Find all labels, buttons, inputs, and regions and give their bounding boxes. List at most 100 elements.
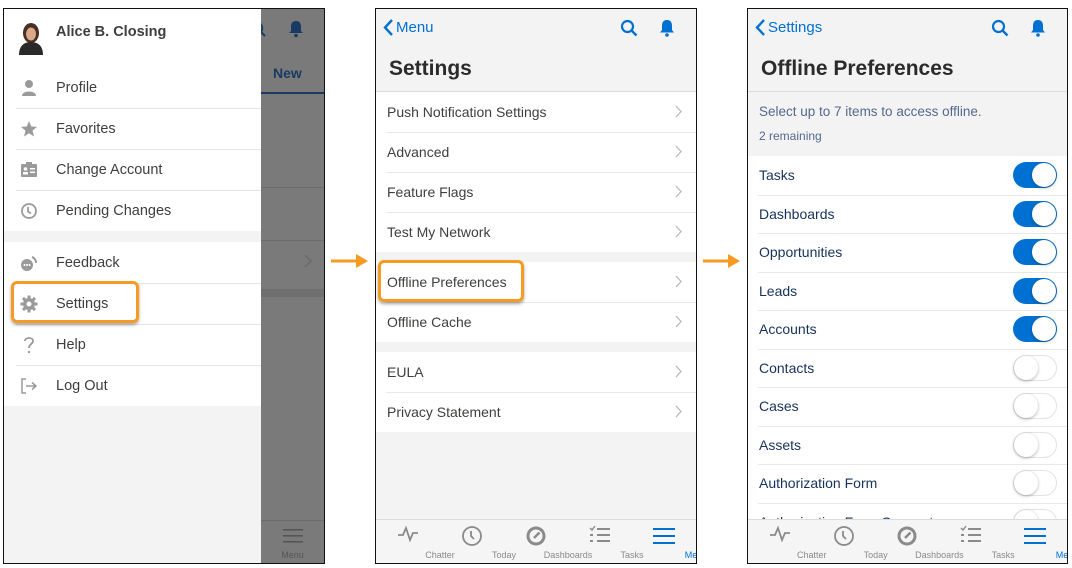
user-header[interactable]: Alice B. Closing — [4, 9, 261, 67]
settings-row[interactable]: Advanced — [376, 132, 696, 172]
navigation-drawer: Alice B. Closing Profile Favorites Chang… — [4, 9, 261, 563]
tab-today[interactable]: Today — [440, 520, 516, 563]
row-label: Feature Flags — [387, 184, 474, 200]
tabbar-menu[interactable]: Menu — [261, 520, 324, 563]
tab-tasks[interactable]: Tasks — [939, 520, 1015, 563]
background-overlay[interactable]: New Menu — [259, 9, 324, 563]
tab-dashboards[interactable]: Dashboards — [504, 520, 592, 563]
drawer-item-log-out[interactable]: Log Out — [4, 365, 261, 406]
chevron-right-icon — [675, 275, 682, 288]
logout-icon — [21, 378, 38, 394]
hamburger-menu-icon — [1024, 528, 1047, 544]
drawer-item-label: Profile — [56, 79, 98, 96]
settings-row[interactable]: Test My Network — [376, 212, 696, 252]
drawer-item-change-account[interactable]: Change Account — [4, 149, 261, 190]
arrow-right-icon — [703, 254, 740, 268]
tab-dashboards[interactable]: Dashboards — [876, 520, 964, 563]
offline-toggle[interactable] — [1013, 277, 1057, 304]
chevron-left-icon — [383, 19, 393, 36]
bell-icon[interactable] — [658, 19, 676, 38]
tab-label: Menu — [684, 550, 697, 560]
chevron-right-icon — [675, 315, 682, 328]
tab-chatter[interactable]: Chatter — [376, 520, 455, 563]
offline-toggle[interactable] — [1013, 162, 1057, 189]
tab-chatter[interactable]: Chatter — [748, 520, 827, 563]
new-tab-label: New — [273, 65, 302, 81]
drawer-item-help[interactable]: Help — [4, 324, 261, 365]
settings-row[interactable]: EULA — [376, 352, 696, 392]
toggle-knob — [1014, 471, 1038, 496]
offline-toggle[interactable] — [1013, 316, 1057, 343]
offline-object-row: Contacts — [748, 348, 1067, 387]
settings-row[interactable]: Privacy Statement — [376, 392, 696, 432]
settings-row[interactable]: Push Notification Settings — [376, 92, 696, 132]
drawer-item-label: Feedback — [56, 254, 120, 271]
tab-menu[interactable]: Menu — [1003, 520, 1067, 563]
offline-object-row: Dashboards — [748, 194, 1067, 233]
toggle-knob — [1032, 163, 1056, 188]
offline-toggle[interactable] — [1013, 431, 1057, 458]
toggle-knob — [1014, 355, 1038, 380]
object-label: Assets — [759, 436, 802, 453]
tab-today[interactable]: Today — [812, 520, 888, 563]
clock-icon — [833, 526, 854, 546]
chevron-right-icon — [675, 405, 682, 418]
row-label: Test My Network — [387, 224, 491, 240]
object-label: Dashboards — [759, 205, 835, 222]
chevron-right-icon — [675, 185, 682, 198]
object-label: Tasks — [759, 167, 795, 184]
toggle-knob — [1032, 278, 1056, 303]
tab-menu[interactable]: Menu — [632, 520, 696, 563]
settings-row[interactable]: Feature Flags — [376, 172, 696, 212]
settings-row-offline-preferences[interactable]: Offline Preferences — [376, 262, 696, 302]
section-gap — [261, 289, 324, 297]
row-label: Advanced — [387, 144, 450, 160]
toggle-knob — [1014, 432, 1038, 457]
offline-object-list[interactable]: Tasks Dashboards Opportunities Leads Account… — [748, 156, 1067, 519]
offline-toggle[interactable] — [1013, 200, 1057, 227]
offline-toggle[interactable] — [1013, 508, 1057, 519]
menu-drawer-screen: New Menu Alice B. Closing Profile Favori… — [3, 8, 325, 564]
gauge-icon — [897, 526, 917, 546]
chevron-right-icon — [675, 145, 682, 158]
offline-object-row: Tasks — [748, 156, 1067, 195]
chevron-right-icon — [675, 105, 682, 118]
drawer-item-feedback[interactable]: Feedback — [4, 242, 261, 283]
drawer-item-settings[interactable]: Settings — [4, 283, 261, 324]
page-title: Offline Preferences — [748, 49, 1067, 92]
search-icon[interactable] — [620, 19, 638, 37]
clock-icon — [21, 203, 37, 219]
page-title: Settings — [376, 49, 696, 92]
chatter-pulse-icon — [769, 525, 790, 543]
navbar: Menu — [376, 9, 696, 49]
drawer-item-label: Change Account — [56, 161, 163, 178]
bell-icon[interactable] — [1029, 19, 1047, 38]
chevron-left-icon — [755, 19, 765, 36]
chevron-right-icon — [675, 365, 682, 378]
arrow-right-icon — [331, 254, 368, 268]
offline-toggle[interactable] — [1013, 239, 1057, 266]
offline-object-row: Leads — [748, 271, 1067, 310]
offline-toggle[interactable] — [1013, 470, 1057, 497]
drawer-item-label: Log Out — [56, 377, 108, 394]
drawer-group-2: Feedback Settings Help Log Out — [4, 242, 261, 406]
drawer-item-pending-changes[interactable]: Pending Changes — [4, 190, 261, 231]
back-label: Menu — [396, 19, 434, 36]
row-label: Offline Cache — [387, 314, 472, 330]
drawer-item-favorites[interactable]: Favorites — [4, 108, 261, 149]
back-button[interactable]: Menu — [383, 19, 434, 36]
row-label: Offline Preferences — [387, 274, 507, 290]
object-label: Cases — [759, 398, 799, 415]
section-gap — [376, 252, 696, 262]
hamburger-menu-icon — [653, 528, 675, 544]
drawer-item-label: Settings — [56, 295, 109, 312]
row-label: EULA — [387, 364, 424, 380]
settings-row[interactable]: Offline Cache — [376, 302, 696, 342]
drawer-item-profile[interactable]: Profile — [4, 67, 261, 108]
search-icon[interactable] — [991, 19, 1009, 37]
tab-tasks[interactable]: Tasks — [568, 520, 644, 563]
avatar — [19, 23, 43, 55]
offline-toggle[interactable] — [1013, 354, 1057, 381]
back-button[interactable]: Settings — [755, 19, 822, 36]
offline-toggle[interactable] — [1013, 393, 1057, 420]
